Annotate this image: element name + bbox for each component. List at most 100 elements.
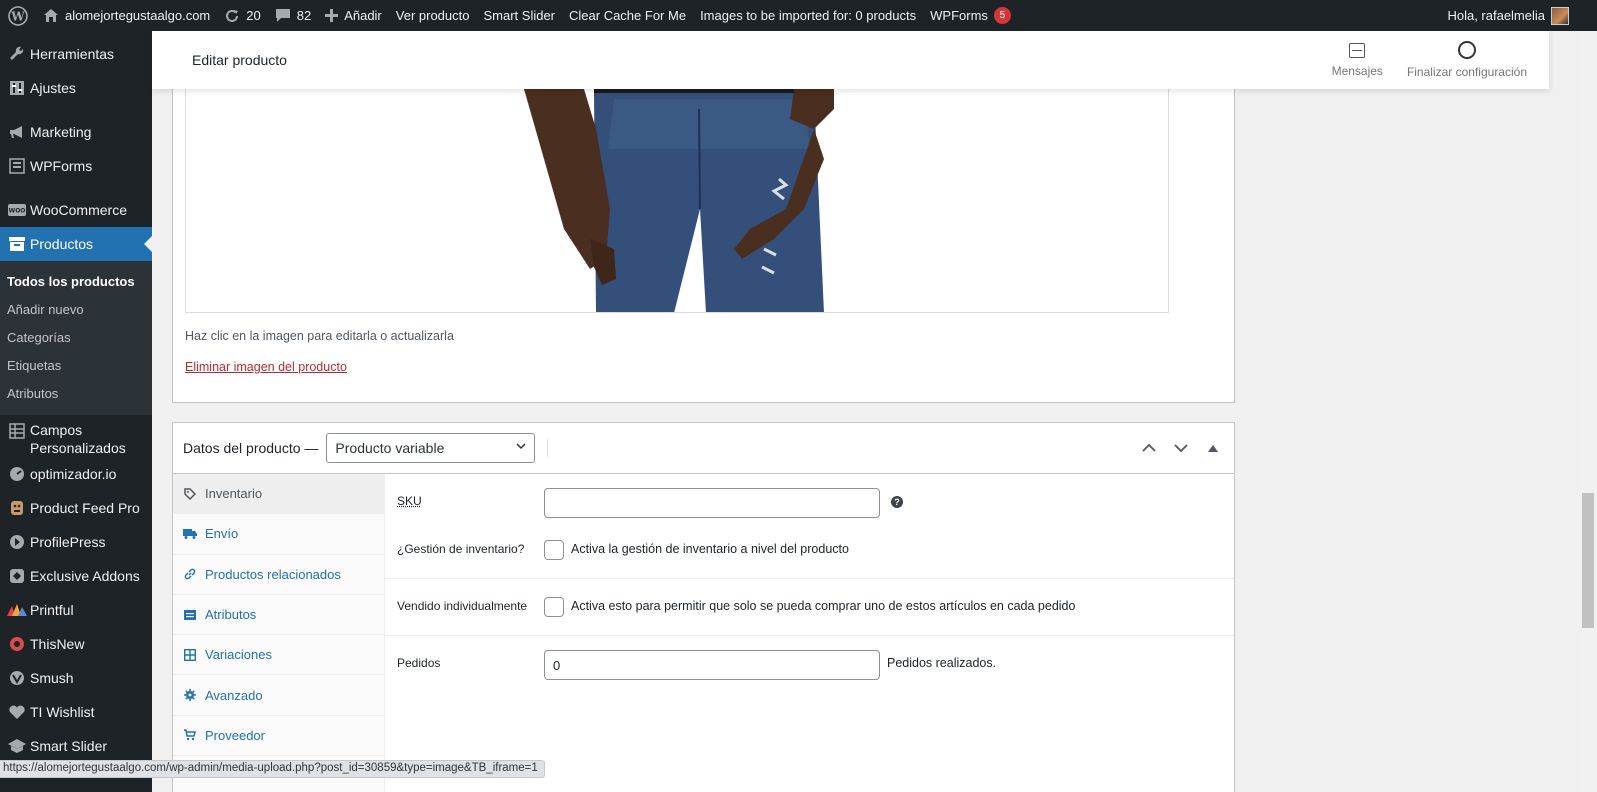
tab-label: Envío [205, 526, 239, 542]
menu-exclusive-addons[interactable]: Exclusive Addons [0, 559, 152, 593]
move-down-icon[interactable] [1170, 437, 1192, 459]
menu-product-feed-pro[interactable]: Product Feed Pro [0, 491, 152, 525]
menu-campos-personalizados[interactable]: Campos Personalizados [0, 419, 152, 457]
images-import-link[interactable]: Images to be imported for: 0 products [693, 0, 923, 31]
wpforms-badge: 5 [993, 7, 1011, 24]
menu-ti-wishlist[interactable]: TI Wishlist [0, 695, 152, 729]
submenu-todos-productos[interactable]: Todos los productos [0, 267, 152, 295]
admin-bar: W alomejortegustaalgo.com 20 82 Añadir V… [0, 0, 1597, 31]
move-up-icon[interactable] [1138, 437, 1160, 459]
clear-cache-link[interactable]: Clear Cache For Me [562, 0, 693, 31]
archive-icon [4, 237, 30, 251]
help-icon[interactable]: ? [891, 496, 903, 508]
image-edit-hint: Haz clic en la imagen para editarla o ac… [185, 329, 454, 343]
menu-thisnew[interactable]: ThisNew [0, 627, 152, 661]
updates-link[interactable]: 20 [217, 0, 267, 31]
scrollbar-thumb[interactable] [1582, 493, 1594, 628]
home-icon [43, 8, 59, 23]
orders-input[interactable]: 0 [544, 650, 880, 680]
page-header: Editar producto Mensajes Finalizar confi… [152, 31, 1549, 89]
tab-inventario[interactable]: Inventario [173, 474, 384, 515]
new-label: Añadir [344, 8, 382, 23]
tab-proveedor[interactable]: Proveedor [173, 716, 384, 757]
menu-optimizador[interactable]: optimizador.io [0, 457, 152, 491]
stock-management-label: ¿Gestión de inventario? [397, 542, 525, 556]
submenu-atributos[interactable]: Atributos [0, 379, 152, 407]
stock-group: SKU ? ¿Gestión de inventario? Activa la … [385, 474, 1234, 579]
updates-count: 20 [246, 8, 261, 23]
menu-label: Herramientas [30, 46, 115, 62]
sold-individually-label: Vendido individualmente [397, 599, 528, 613]
menu-productos[interactable]: Productos [0, 227, 152, 261]
inventory-panel: SKU ? ¿Gestión de inventario? Activa la … [385, 474, 1234, 736]
cart-icon [183, 729, 197, 741]
wordpress-logo-icon[interactable]: W [0, 0, 36, 31]
menu-label: Marketing [30, 124, 92, 140]
menu-label: Productos [30, 236, 94, 252]
header-divider [547, 439, 549, 457]
tab-avanzado[interactable]: Avanzado [173, 675, 384, 716]
submenu-categorias[interactable]: Categorías [0, 323, 152, 351]
tab-label: Proveedor [205, 727, 265, 743]
sold-individually-checkbox[interactable] [544, 597, 564, 617]
sku-input[interactable] [544, 488, 880, 518]
tab-productos-relacionados[interactable]: Productos relacionados [173, 555, 384, 595]
tab-label: Atributos [205, 607, 257, 623]
finish-setup-button[interactable]: Finalizar configuración [1395, 31, 1539, 89]
productos-submenu: Todos los productos Añadir nuevo Categor… [0, 261, 152, 415]
menu-label: WPForms [30, 158, 93, 174]
menu-smart-slider[interactable]: Smart Slider [0, 729, 152, 763]
submenu-anadir-nuevo[interactable]: Añadir nuevo [0, 295, 152, 323]
orders-group: Pedidos 0 Pedidos realizados. [385, 636, 1234, 736]
product-image[interactable] [185, 89, 1169, 313]
orders-suffix: Pedidos realizados. [887, 656, 997, 670]
tab-atributos[interactable]: Atributos [173, 595, 384, 636]
menu-wpforms[interactable]: WPForms [0, 149, 152, 183]
menu-herramientas[interactable]: Herramientas [0, 37, 152, 71]
menu-label: Exclusive Addons [30, 568, 140, 584]
page-scrollbar[interactable] [1580, 31, 1597, 792]
jeans-photo [524, 89, 834, 312]
comments-link[interactable]: 82 [268, 0, 318, 31]
plus-icon [325, 9, 339, 22]
svg-text:WOO: WOO [9, 208, 26, 215]
smart-slider-link[interactable]: Smart Slider [476, 0, 562, 31]
menu-printful[interactable]: Printful [0, 593, 152, 627]
tab-variaciones[interactable]: Variaciones [173, 635, 384, 676]
product-type-value: Producto variable [335, 440, 445, 456]
product-data-header: Datos del producto — Producto variable [173, 423, 1234, 474]
grid-icon [4, 421, 30, 439]
stock-management-checkbox[interactable] [544, 540, 564, 560]
collapse-icon[interactable] [1202, 437, 1224, 459]
stock-management-text: Activa la gestión de inventario a nivel … [571, 542, 849, 556]
link-icon [183, 568, 197, 580]
menu-smush[interactable]: Smush [0, 661, 152, 695]
menu-woocommerce[interactable]: WOO WooCommerce [0, 193, 152, 227]
messages-button[interactable]: Mensajes [1320, 31, 1395, 89]
addons-icon [4, 568, 30, 584]
site-name-link[interactable]: alomejortegustaalgo.com [36, 0, 217, 31]
feed-icon [4, 500, 30, 516]
sold-individually-group: Vendido individualmente Activa esto para… [385, 579, 1234, 636]
chevron-down-icon [516, 441, 526, 451]
submenu-etiquetas[interactable]: Etiquetas [0, 351, 152, 379]
tab-envio[interactable]: Envío [173, 514, 384, 555]
new-content-link[interactable]: Añadir [318, 0, 389, 31]
heart-icon [4, 705, 30, 719]
product-type-select[interactable]: Producto variable [326, 433, 536, 463]
admin-sidebar: Herramientas Ajustes Marketing WPForms W… [0, 31, 152, 792]
menu-profilepress[interactable]: ProfilePress [0, 525, 152, 559]
menu-label: Product Feed Pro [30, 500, 140, 516]
menu-label: ProfilePress [30, 534, 106, 550]
slider-icon [4, 739, 30, 753]
menu-label: Printful [30, 602, 74, 618]
tab-label: Avanzado [205, 687, 263, 703]
megaphone-icon [4, 124, 30, 140]
menu-marketing[interactable]: Marketing [0, 115, 152, 149]
menu-ajustes[interactable]: Ajustes [0, 71, 152, 105]
sku-label: SKU [397, 494, 422, 508]
wpforms-link[interactable]: WPForms 5 [923, 0, 1018, 31]
my-account-link[interactable]: Hola, rafaelmelia [1447, 6, 1597, 25]
view-product-link[interactable]: Ver producto [389, 0, 477, 31]
remove-image-link[interactable]: Eliminar imagen del producto [185, 360, 347, 374]
